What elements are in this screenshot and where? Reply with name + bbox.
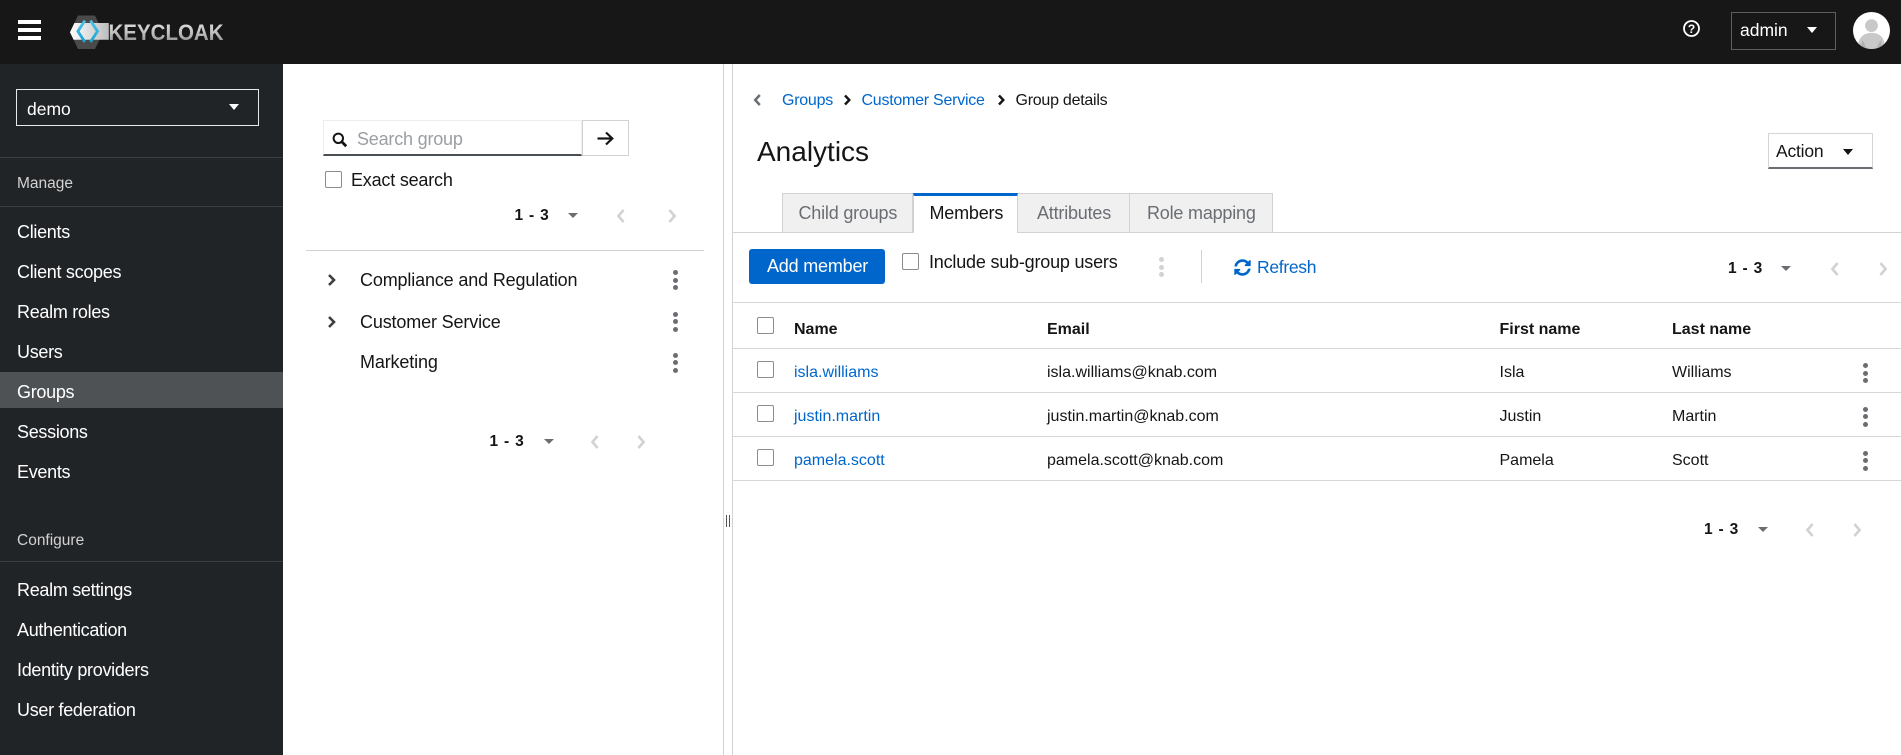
svg-text:KEYCLOAK: KEYCLOAK: [109, 20, 224, 45]
svg-text:?: ?: [1688, 22, 1695, 36]
